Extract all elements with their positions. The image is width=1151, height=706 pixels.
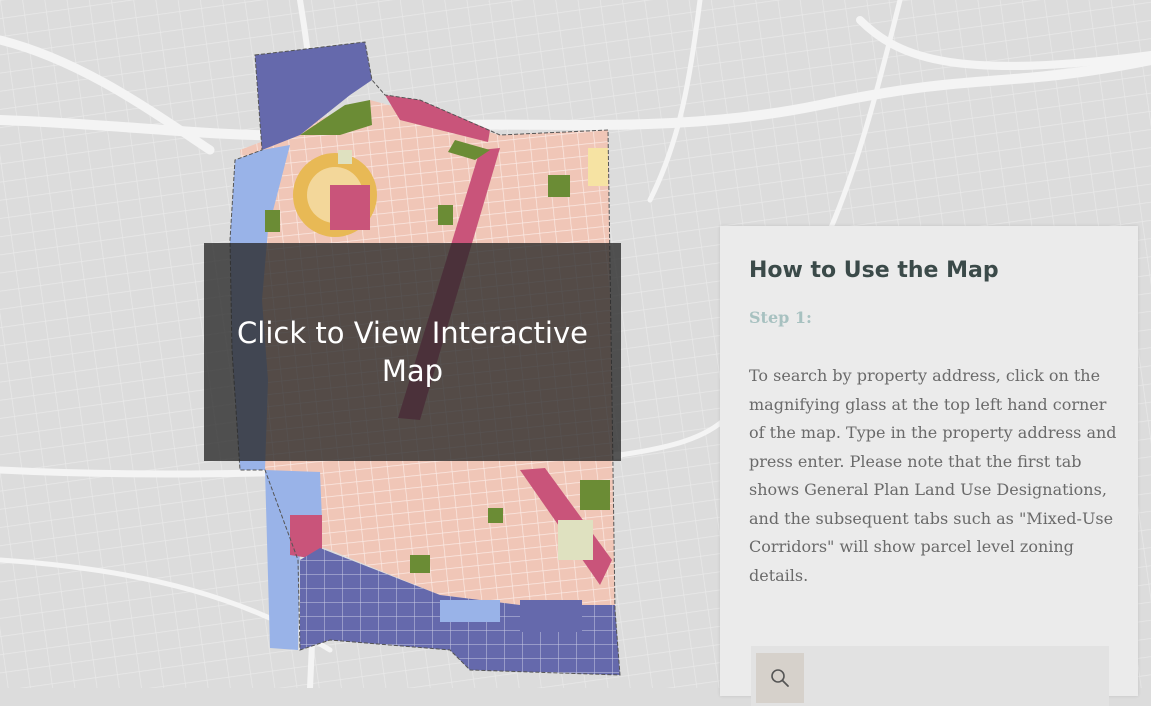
step-label: Step 1: — [749, 308, 812, 327]
zone-open-space-3 — [580, 480, 610, 510]
zone-open-space-5 — [488, 508, 503, 523]
view-interactive-map-label: Click to View Interactive Map — [237, 316, 588, 388]
zone-open-space-4 — [410, 555, 430, 573]
search-button[interactable] — [756, 653, 804, 703]
search-icon — [771, 669, 789, 687]
zone-open-space-1 — [548, 175, 570, 197]
zone-light-green-2 — [338, 150, 352, 164]
zone-light-green-1 — [558, 520, 593, 560]
zone-open-space-2 — [438, 205, 453, 225]
view-interactive-map-button[interactable]: Click to View Interactive Map — [204, 243, 621, 461]
how-to-panel[interactable]: How to Use the Map Step 1: To search by … — [720, 226, 1138, 706]
zone-industrial-southeast — [520, 600, 582, 632]
zone-public-south — [440, 600, 500, 622]
step-instructions: To search by property address, click on … — [749, 366, 1117, 585]
zone-commercial-center — [330, 185, 370, 230]
zone-yellow-ne — [588, 148, 608, 186]
map-thumbnail — [751, 646, 1109, 706]
panel-title: How to Use the Map — [749, 258, 999, 283]
zone-open-space-7 — [265, 210, 280, 232]
